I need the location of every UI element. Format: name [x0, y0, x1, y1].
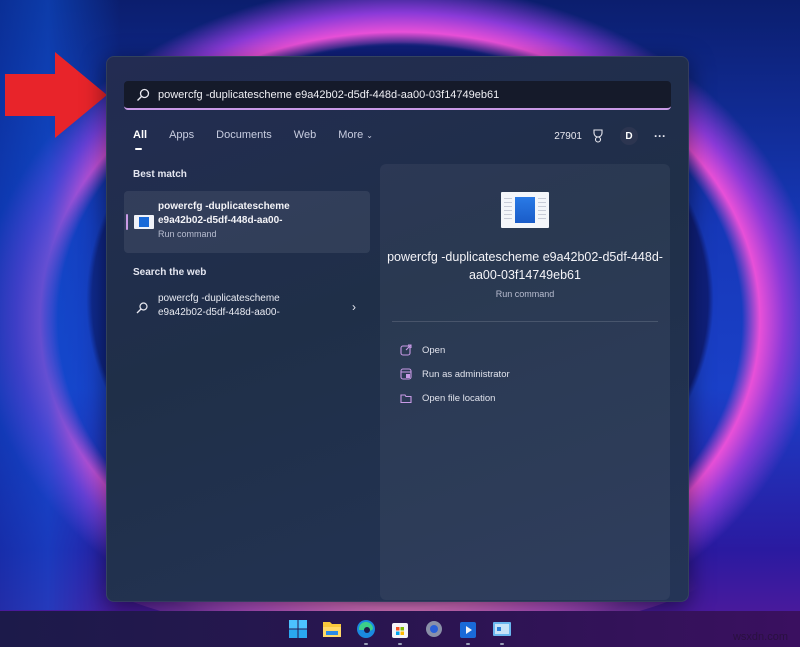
best-match-result[interactable]: powercfg -duplicatescheme e9a42b02-d5df-…: [124, 191, 370, 253]
taskbar: wsxdn.com: [0, 611, 800, 647]
media-player-button[interactable]: [457, 618, 479, 645]
search-web-heading: Search the web: [133, 267, 207, 278]
selection-indicator: [126, 214, 128, 230]
tab-documents-label: Documents: [216, 129, 272, 141]
search-icon: [136, 302, 148, 314]
search-panel: All Apps Documents Web More⌄ 27901 D ···…: [106, 56, 689, 602]
action-open-file-location-label: Open file location: [422, 392, 496, 404]
file-explorer-button[interactable]: [321, 618, 343, 640]
more-options-button[interactable]: ···: [654, 129, 666, 143]
results-list: Best match powercfg -duplicatescheme e9a…: [124, 169, 374, 326]
divider: [392, 321, 658, 322]
rewards-points[interactable]: 27901: [554, 131, 582, 142]
watermark: wsxdn.com: [732, 631, 788, 643]
web-result-line2: e9a42b02-d5df-448d-aa00-: [158, 307, 280, 318]
folder-icon: [400, 394, 412, 404]
search-icon: [137, 88, 150, 101]
action-run-as-admin-label: Run as administrator: [422, 368, 510, 380]
admin-shield-icon: [400, 368, 412, 380]
folder-icon: [323, 622, 341, 637]
tab-apps-label: Apps: [169, 129, 195, 141]
best-match-subtitle: Run command: [158, 229, 217, 239]
best-match-heading: Best match: [133, 169, 187, 180]
preview-subtitle: Run command: [495, 289, 555, 299]
action-open-label: Open: [422, 344, 446, 356]
edge-button[interactable]: [355, 618, 377, 645]
preview-title: powercfg -duplicatescheme e9a42b02-d5df-…: [387, 250, 663, 282]
run-command-icon: [134, 215, 154, 229]
windows-logo-icon: [289, 620, 307, 638]
start-button[interactable]: [287, 618, 309, 640]
chevron-down-icon: ⌄: [366, 130, 373, 140]
preview-actions: Open Run as administrator Open file loca…: [400, 338, 510, 410]
trophy-icon: [593, 129, 603, 143]
preview-pane: powercfg -duplicatescheme e9a42b02-d5df-…: [380, 164, 670, 600]
control-panel-icon: [493, 622, 511, 636]
tab-documents[interactable]: Documents: [216, 129, 272, 141]
edge-icon: [357, 620, 375, 638]
search-box[interactable]: [124, 81, 671, 110]
open-external-icon: [400, 344, 412, 356]
tab-web[interactable]: Web: [294, 129, 316, 141]
tab-web-label: Web: [293, 129, 317, 141]
chevron-right-icon[interactable]: ›: [352, 300, 356, 314]
best-match-line2: e9a42b02-d5df-448d-aa00-: [158, 215, 283, 226]
tab-more[interactable]: More ⌄: [338, 129, 373, 141]
tab-all[interactable]: All: [133, 129, 148, 150]
settings-button[interactable]: [423, 618, 445, 640]
web-result-line1: powercfg -duplicatescheme: [158, 293, 280, 304]
red-arrow-annotation: [5, 52, 107, 138]
action-run-as-admin[interactable]: Run as administrator: [400, 362, 510, 386]
run-command-large-icon: [501, 192, 549, 228]
avatar-initial: D: [625, 130, 633, 142]
web-search-result[interactable]: powercfg -duplicatescheme e9a42b02-d5df-…: [124, 292, 370, 326]
best-match-line1: powercfg -duplicatescheme: [158, 201, 290, 212]
tab-apps[interactable]: Apps: [169, 129, 194, 141]
avatar[interactable]: D: [620, 127, 638, 145]
tab-all-label: All: [133, 129, 148, 141]
filter-tabs: All Apps Documents Web More ⌄: [133, 129, 395, 150]
gear-icon: [426, 621, 442, 637]
header-right: 27901 D ···: [554, 127, 666, 145]
action-open-file-location[interactable]: Open file location: [400, 386, 510, 410]
store-icon: [392, 623, 408, 638]
tab-more-label: More: [338, 129, 364, 141]
search-input[interactable]: [158, 88, 671, 101]
media-player-icon: [460, 622, 476, 638]
store-button[interactable]: [389, 618, 411, 645]
action-open[interactable]: Open: [400, 338, 510, 362]
control-panel-button[interactable]: [491, 618, 513, 645]
